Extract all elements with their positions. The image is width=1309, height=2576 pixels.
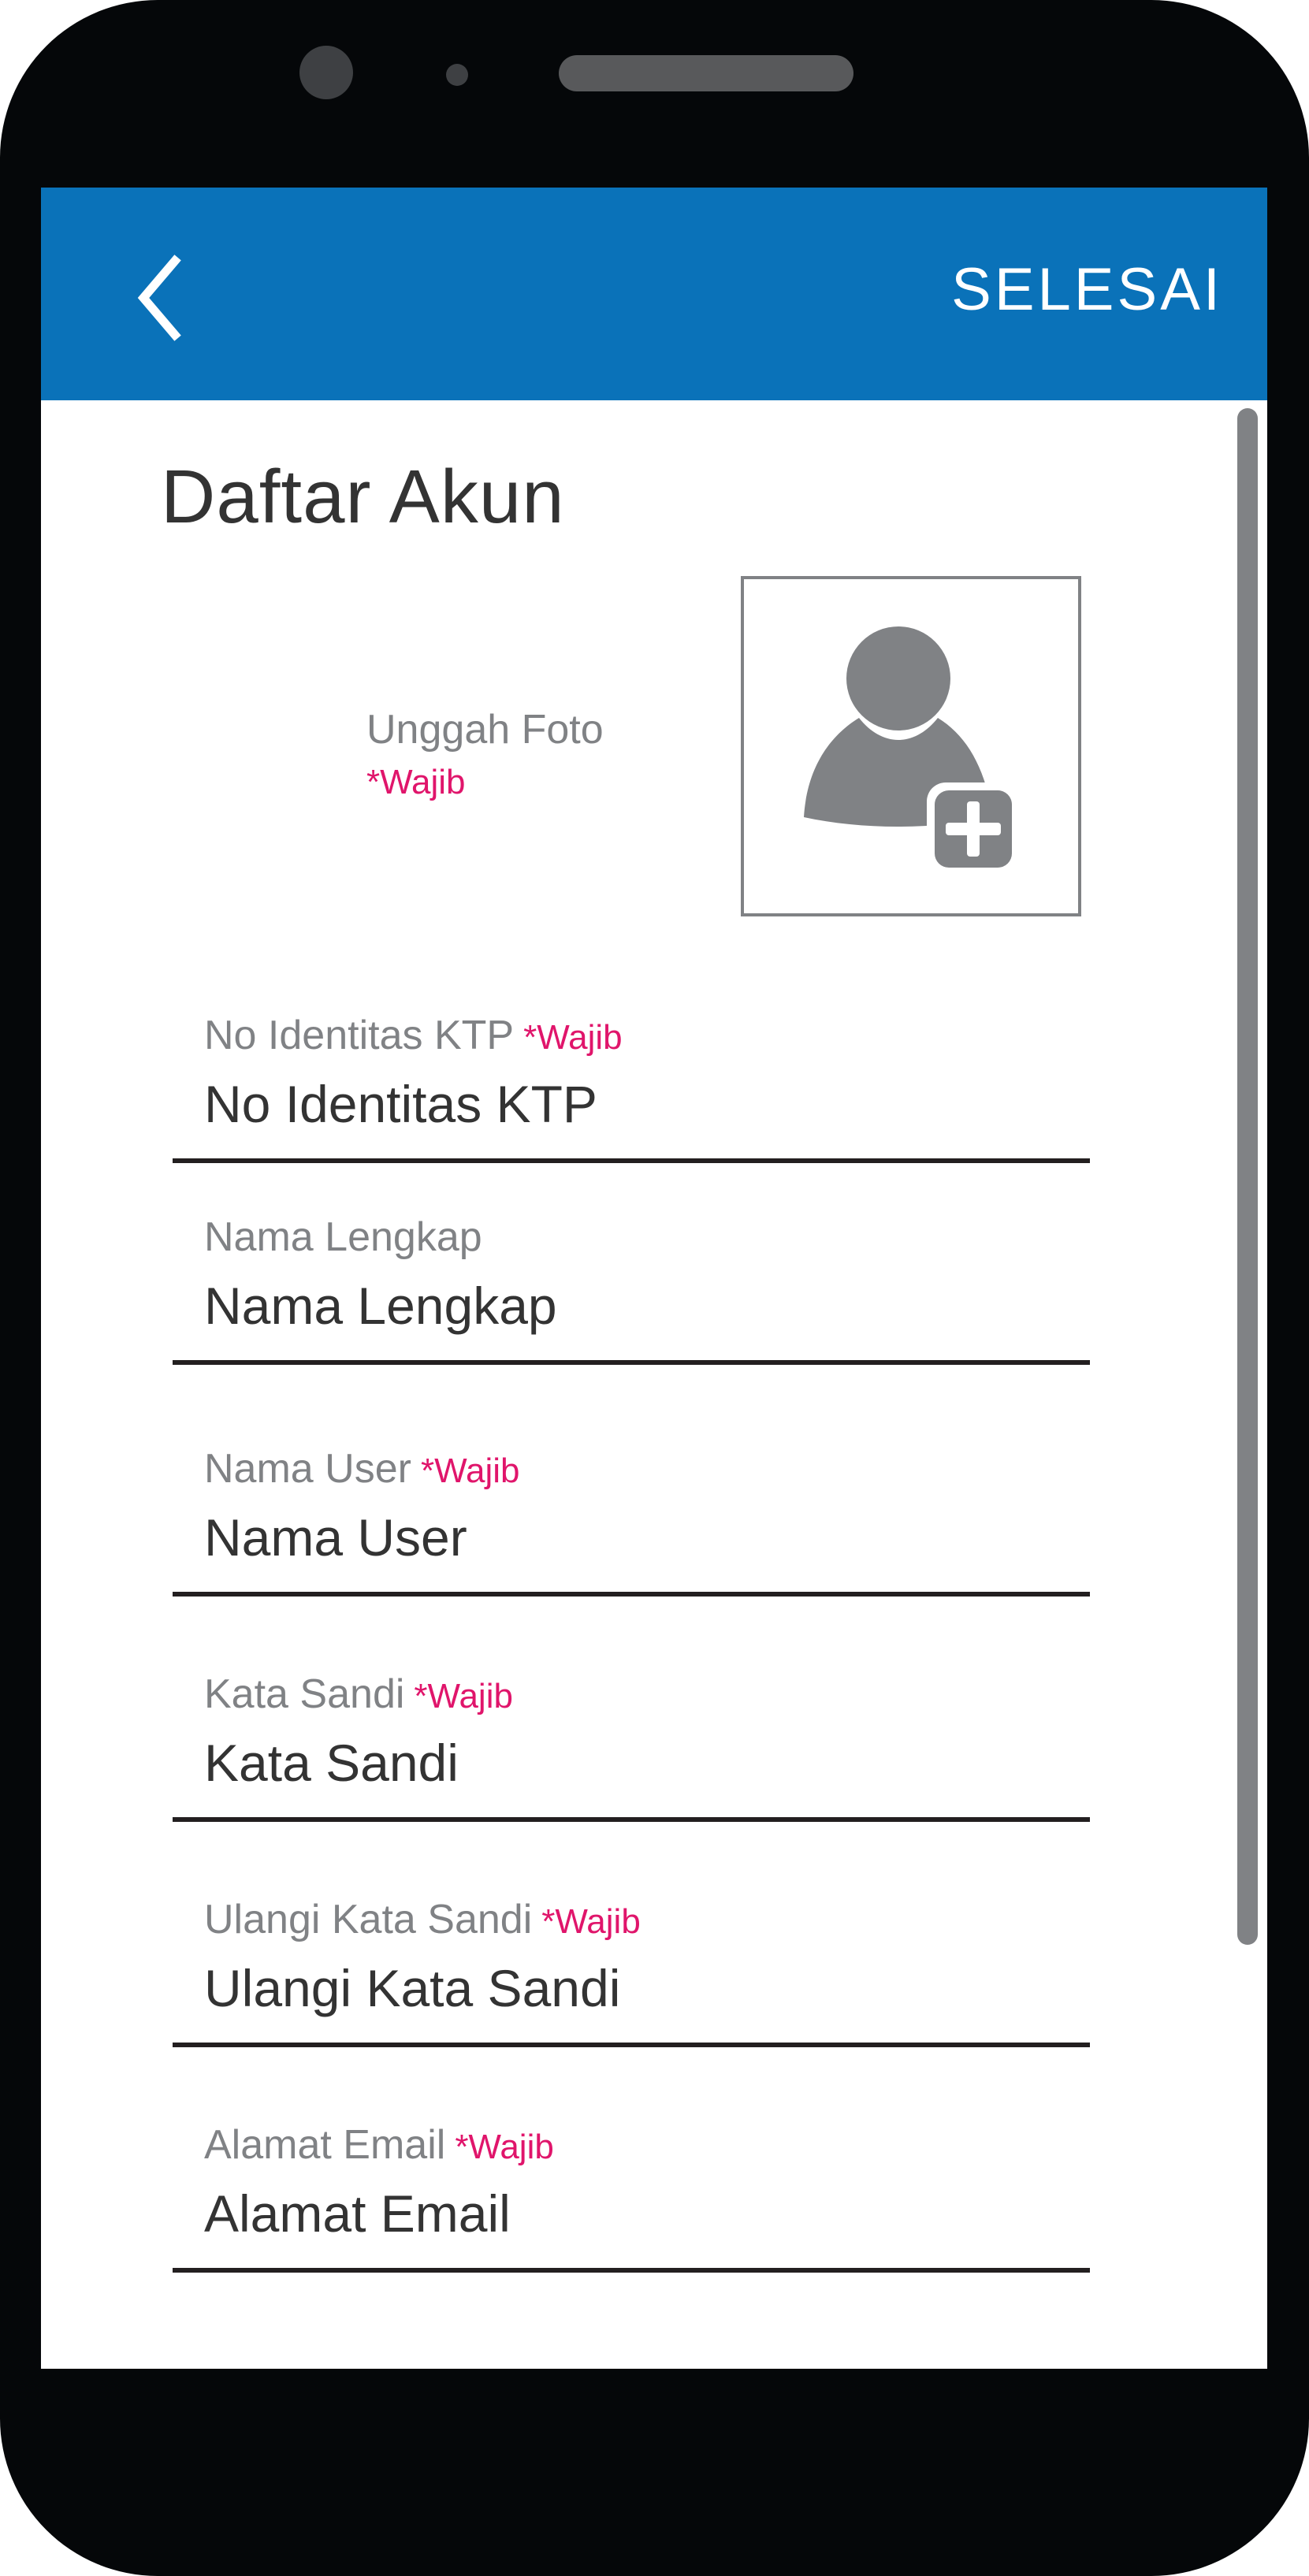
required-badge: *Wajib <box>414 1677 513 1715</box>
back-button[interactable] <box>104 235 222 353</box>
chevron-left-icon <box>137 255 181 341</box>
app-bar: SELESAI <box>41 188 1267 400</box>
required-badge: *Wajib <box>420 1452 520 1490</box>
earpiece-speaker <box>559 55 853 91</box>
input-underline <box>173 2043 1090 2047</box>
scrollbar[interactable] <box>1237 408 1258 1945</box>
photo-required-badge: *Wajib <box>366 763 466 801</box>
field-label: Nama Lengkap <box>204 1214 482 1260</box>
required-badge: *Wajib <box>523 1018 623 1057</box>
field-label: Alamat Email <box>204 2122 446 2168</box>
input-underline <box>173 1158 1090 1163</box>
input-underline <box>173 1360 1090 1365</box>
password-input[interactable]: Kata Sandi <box>204 1737 459 1789</box>
id-number-input[interactable]: No Identitas KTP <box>204 1078 597 1130</box>
required-badge: *Wajib <box>455 2128 554 2166</box>
username-input[interactable]: Nama User <box>204 1511 467 1563</box>
page-title: Daftar Akun <box>161 455 565 539</box>
photo-upload-button[interactable] <box>741 576 1081 916</box>
front-camera <box>299 46 353 99</box>
done-button[interactable]: SELESAI <box>951 260 1223 320</box>
phone-frame: SELESAI Daftar Akun Unggah Foto *Wajib N… <box>0 0 1309 2576</box>
field-label: No Identitas KTP <box>204 1013 515 1058</box>
field-label: Ulangi Kata Sandi <box>204 1897 533 1942</box>
input-underline <box>173 1592 1090 1597</box>
input-underline <box>173 1817 1090 1822</box>
add-user-icon <box>804 626 1020 875</box>
sensor <box>446 64 468 86</box>
required-badge: *Wajib <box>541 1902 641 1941</box>
confirm-password-input[interactable]: Ulangi Kata Sandi <box>204 1962 620 2014</box>
field-label: Kata Sandi <box>204 1671 405 1717</box>
full-name-input[interactable]: Nama Lengkap <box>204 1280 557 1332</box>
field-label: Nama User <box>204 1446 411 1492</box>
photo-upload-label: Unggah Foto <box>366 707 604 753</box>
input-underline <box>173 2268 1090 2273</box>
app-screen: SELESAI Daftar Akun Unggah Foto *Wajib N… <box>41 188 1267 2369</box>
email-input[interactable]: Alamat Email <box>204 2188 511 2240</box>
